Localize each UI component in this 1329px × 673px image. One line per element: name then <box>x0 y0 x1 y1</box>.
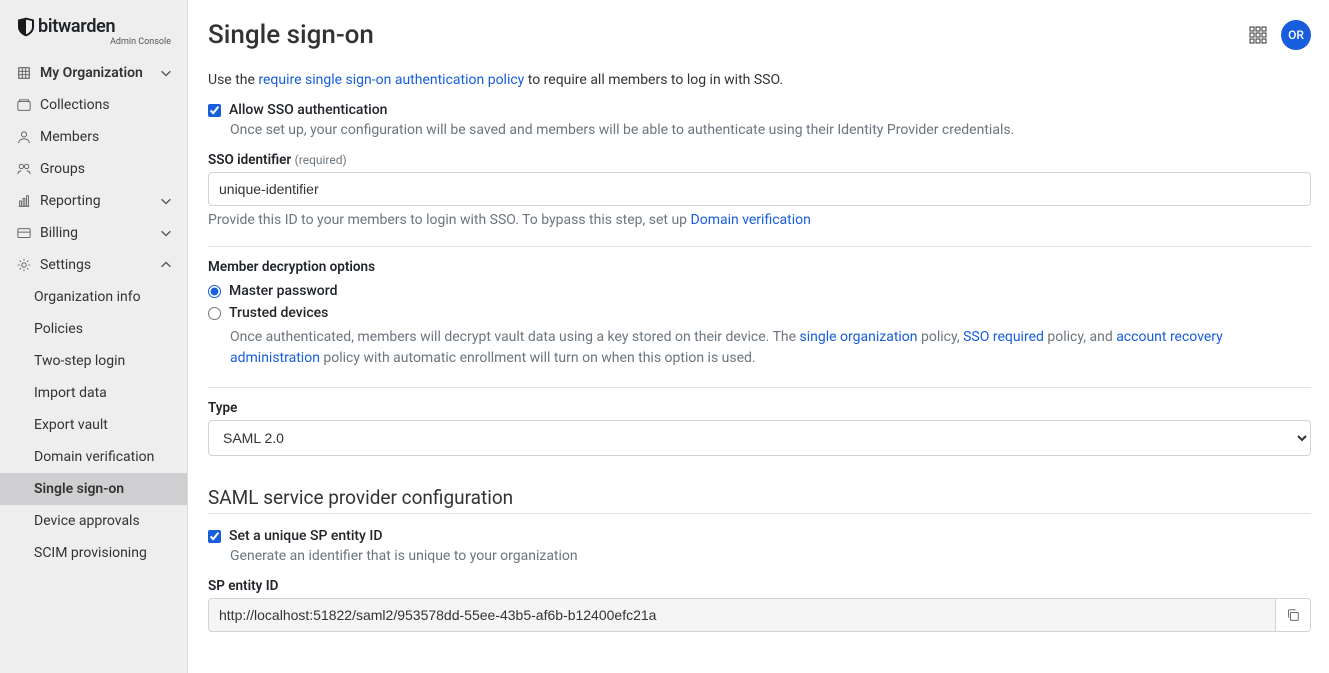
reporting-icon <box>16 193 32 209</box>
sidebar-item-settings[interactable]: Settings <box>0 249 187 281</box>
sso-id-helper-prefix: Provide this ID to your members to login… <box>208 212 691 228</box>
domain-verification-link[interactable]: Domain verification <box>691 212 811 228</box>
sp-entity-input[interactable] <box>208 598 1276 632</box>
sidebar-item-organization[interactable]: My Organization <box>0 57 187 89</box>
header: Single sign-on OR <box>208 20 1311 50</box>
sp-unique-checkbox[interactable] <box>208 530 221 543</box>
separator <box>208 387 1311 388</box>
nav-label: Members <box>40 129 173 145</box>
radio-master-row: Master password <box>208 283 1311 299</box>
sub-item-export-vault[interactable]: Export vault <box>0 409 187 441</box>
radio-master-label: Master password <box>229 283 337 299</box>
required-text: (required) <box>295 153 347 167</box>
nav-label: Reporting <box>40 193 159 209</box>
copy-button[interactable] <box>1276 598 1311 632</box>
intro-text: Use the require single sign-on authentic… <box>208 72 1311 88</box>
sidebar-item-members[interactable]: Members <box>0 121 187 153</box>
th4: policy with automatic enrollment will tu… <box>320 350 756 366</box>
gear-icon <box>16 257 32 273</box>
nav-label: Groups <box>40 161 173 177</box>
radio-master-password[interactable] <box>208 285 221 298</box>
sso-id-label: SSO identifier (required) <box>208 152 1311 168</box>
sp-entity-input-group <box>208 598 1311 632</box>
sub-item-import-data[interactable]: Import data <box>0 377 187 409</box>
nav-label: Collections <box>40 97 173 113</box>
sso-id-input[interactable] <box>208 172 1311 206</box>
type-field: Type SAML 2.0 <box>208 400 1311 456</box>
allow-sso-label: Allow SSO authentication <box>229 102 387 118</box>
chevron-down-icon <box>159 226 173 240</box>
separator <box>208 246 1311 247</box>
collections-icon <box>16 97 32 113</box>
allow-sso-helper: Once set up, your configuration will be … <box>230 122 1311 138</box>
sp-unique-helper: Generate an identifier that is unique to… <box>230 548 1311 564</box>
page-title: Single sign-on <box>208 20 374 50</box>
sp-unique-row: Set a unique SP entity ID <box>208 528 1311 544</box>
sub-item-two-step-login[interactable]: Two-step login <box>0 345 187 377</box>
brand-name: bitwarden <box>38 16 115 37</box>
sso-id-field: SSO identifier (required) Provide this I… <box>208 152 1311 228</box>
sub-item-policies[interactable]: Policies <box>0 313 187 345</box>
avatar[interactable]: OR <box>1281 20 1311 50</box>
groups-icon <box>16 161 32 177</box>
saml-section-heading: SAML service provider configuration <box>208 486 1311 509</box>
chevron-down-icon <box>159 194 173 208</box>
th1: Once authenticated, members will decrypt… <box>230 329 800 345</box>
type-label: Type <box>208 400 1311 416</box>
radio-trusted-row: Trusted devices <box>208 305 1311 321</box>
th2: policy, <box>918 329 964 345</box>
brand-subtitle: Admin Console <box>0 37 187 57</box>
intro-prefix: Use the <box>208 72 258 88</box>
sidebar-item-collections[interactable]: Collections <box>0 89 187 121</box>
sidebar-item-groups[interactable]: Groups <box>0 153 187 185</box>
org-icon <box>16 65 32 81</box>
sidebar-item-billing[interactable]: Billing <box>0 217 187 249</box>
chevron-up-icon <box>159 258 173 272</box>
nav-label: Settings <box>40 257 159 273</box>
sub-item-organization-info[interactable]: Organization info <box>0 281 187 313</box>
radio-trusted-label: Trusted devices <box>229 305 328 321</box>
allow-sso-checkbox[interactable] <box>208 104 221 117</box>
th3: policy, and <box>1044 329 1116 345</box>
radio-trusted-devices[interactable] <box>208 307 221 320</box>
sub-item-scim-provisioning[interactable]: SCIM provisioning <box>0 537 187 569</box>
chevron-down-icon <box>159 66 173 80</box>
billing-icon <box>16 225 32 241</box>
sub-item-single-sign-on[interactable]: Single sign-on <box>0 473 187 505</box>
sp-unique-label: Set a unique SP entity ID <box>229 528 383 544</box>
header-actions: OR <box>1249 20 1311 50</box>
allow-sso-row: Allow SSO authentication <box>208 102 1311 118</box>
nav-label: Billing <box>40 225 159 241</box>
sub-item-domain-verification[interactable]: Domain verification <box>0 441 187 473</box>
sso-id-label-text: SSO identifier <box>208 152 291 168</box>
copy-icon <box>1286 608 1300 622</box>
sub-item-device-approvals[interactable]: Device approvals <box>0 505 187 537</box>
shield-icon <box>18 17 34 37</box>
main-content: Single sign-on OR Use the require single… <box>188 0 1329 673</box>
sp-entity-label: SP entity ID <box>208 578 1311 594</box>
sidebar: bitwarden Admin Console My Organization … <box>0 0 188 673</box>
sso-id-helper: Provide this ID to your members to login… <box>208 212 1311 228</box>
intro-suffix: to require all members to log in with SS… <box>524 72 783 88</box>
single-org-link[interactable]: single organization <box>800 329 918 345</box>
logo: bitwarden <box>0 0 187 39</box>
type-select[interactable]: SAML 2.0 <box>208 420 1311 456</box>
sp-entity-field: SP entity ID <box>208 578 1311 632</box>
section-rule <box>208 513 1311 514</box>
trusted-helper: Once authenticated, members will decrypt… <box>230 327 1311 369</box>
nav-label: My Organization <box>40 65 159 81</box>
product-switcher-icon[interactable] <box>1249 26 1267 44</box>
policy-link[interactable]: require single sign-on authentication po… <box>258 72 524 88</box>
sso-required-link[interactable]: SSO required <box>963 329 1044 345</box>
sidebar-item-reporting[interactable]: Reporting <box>0 185 187 217</box>
members-icon <box>16 129 32 145</box>
decrypt-section-label: Member decryption options <box>208 259 1311 275</box>
